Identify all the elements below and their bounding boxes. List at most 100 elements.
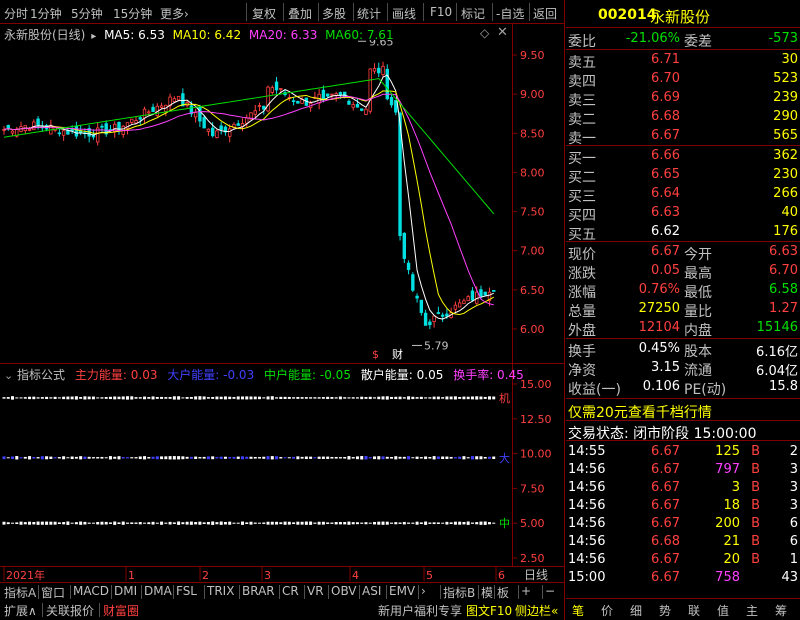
candle-body	[215, 130, 219, 138]
indicator-tab[interactable]: TRIX	[207, 584, 234, 598]
right-panel-tab[interactable]: 细	[630, 602, 642, 619]
energy-bar	[432, 522, 436, 525]
toolbar-period-tab[interactable]: 15分钟	[113, 5, 152, 22]
quote-cell: 6.67	[651, 128, 680, 143]
toolbar-more-button[interactable]: 更多›	[160, 5, 189, 22]
tab-divider	[386, 585, 387, 599]
energy-bar	[138, 456, 142, 460]
indicator-tab[interactable]: CR	[282, 584, 299, 598]
indicator-tab[interactable]: FSL	[176, 584, 197, 598]
wealth-circle-tab[interactable]: 财富圈	[103, 602, 139, 619]
energy-bar	[32, 521, 36, 525]
indicator-tab[interactable]: 模	[481, 584, 493, 601]
energy-bar	[236, 522, 240, 524]
energy-bar	[45, 396, 49, 400]
indicator-tab[interactable]: OBV	[331, 584, 357, 598]
promo-text[interactable]: 仅需20元查看千档行情	[568, 402, 712, 422]
energy-bar	[462, 521, 466, 525]
indicator-tab[interactable]: BRAR	[242, 584, 275, 598]
indicator-tick-label: 10.00	[520, 448, 552, 461]
right-panel-tab[interactable]: 筹	[775, 602, 787, 619]
energy-bar	[126, 522, 129, 524]
tab-divider	[440, 585, 441, 599]
energy-bar	[151, 396, 155, 400]
energy-bar	[87, 522, 91, 524]
energy-bar	[36, 397, 40, 399]
right-panel-tab[interactable]: 联	[688, 602, 700, 619]
close-icon[interactable]: ✕	[497, 25, 508, 40]
related-quotes-tab[interactable]: 关联报价	[46, 602, 94, 619]
energy-bar	[483, 396, 487, 399]
indicator-tab[interactable]: DMI	[114, 584, 137, 598]
indicator-tab[interactable]: −	[545, 584, 555, 598]
energy-bar	[198, 521, 202, 525]
toolbar-period-tab[interactable]: 分时	[4, 5, 28, 22]
energy-bar	[236, 456, 240, 459]
indicator-tab[interactable]: VR	[307, 584, 324, 598]
toolbar-overlay-button[interactable]: 叠加	[288, 5, 312, 22]
energy-bar	[249, 456, 253, 459]
indicator-chart[interactable]: 机大中散	[0, 380, 512, 566]
kline-chart[interactable]: 9.65 5.79 $ 财	[0, 40, 512, 363]
stock-name[interactable]: 永新股份	[650, 6, 710, 27]
quote-cell: 565	[773, 128, 798, 143]
energy-bar	[113, 521, 117, 525]
quote-cell: 21	[723, 534, 740, 549]
new-user-benefit-link[interactable]: 新用户福利专享	[378, 602, 462, 619]
energy-bar	[279, 457, 283, 459]
expand-button[interactable]: 扩展∧	[4, 602, 37, 619]
toolbar-period-tab[interactable]: 5分钟	[71, 5, 103, 22]
sidebar-toggle-link[interactable]: 侧边栏«	[515, 602, 558, 619]
toolbar-remove-favorite-button[interactable]: -自选	[496, 5, 524, 22]
indicator-tab[interactable]: EMV	[389, 584, 415, 598]
energy-bar	[70, 456, 74, 460]
energy-bar	[330, 396, 334, 399]
top-toolbar: 分时 1分钟 5分钟 15分钟 更多› 复权 叠加 多股 统计 画线 F10 标…	[0, 0, 564, 24]
toolbar-mark-button[interactable]: 标记	[461, 5, 485, 22]
toolbar-multi-stock-button[interactable]: 多股	[322, 5, 346, 22]
indicator-tab[interactable]: 指标B	[443, 584, 475, 601]
indicator-tab[interactable]: DMA	[144, 584, 172, 598]
indicator-tab[interactable]: +	[521, 584, 531, 598]
energy-bar	[228, 521, 232, 525]
toolbar-fuquan-button[interactable]: 复权	[252, 5, 276, 22]
indicator-tab[interactable]: ASI	[362, 584, 381, 598]
indicator-tab[interactable]: 窗口	[41, 584, 65, 601]
energy-bar	[121, 457, 125, 459]
energy-bar	[479, 456, 483, 460]
energy-bar	[62, 396, 66, 400]
ask-row: 卖五 6.71 30	[566, 51, 800, 71]
energy-bar	[96, 397, 100, 399]
candle-body	[330, 93, 334, 96]
energy-bar	[487, 396, 491, 400]
energy-bar	[240, 396, 244, 400]
f10-text-link[interactable]: 图文F10	[466, 602, 512, 619]
energy-bar	[283, 521, 287, 525]
energy-bar	[223, 521, 227, 525]
right-panel-tab[interactable]: 价	[601, 602, 613, 619]
stat-row: 总量 27250 量比 1.27	[566, 300, 800, 320]
price-tick-label: 9.50	[520, 49, 545, 62]
right-panel-tab[interactable]: 主	[746, 602, 758, 619]
indicator-tab[interactable]: 板	[497, 584, 509, 601]
indicator-tab[interactable]: 指标A	[4, 584, 36, 601]
toolbar-draw-line-button[interactable]: 画线	[392, 5, 416, 22]
promo-row[interactable]: 仅需20元查看千档行情	[566, 401, 800, 422]
right-panel-tab[interactable]: 势	[659, 602, 671, 619]
right-panel-tab[interactable]: 值	[717, 602, 729, 619]
candle-body	[368, 68, 372, 112]
energy-bar	[62, 456, 66, 460]
toolbar-period-tab[interactable]: 1分钟	[30, 5, 62, 22]
energy-bar	[28, 396, 32, 400]
energy-bar	[79, 397, 83, 399]
toolbar-stats-button[interactable]: 统计	[357, 5, 381, 22]
energy-bar	[28, 456, 32, 460]
diamond-icon[interactable]: ◇	[480, 26, 489, 40]
indicator-tab[interactable]: MACD	[73, 584, 109, 598]
candle-body	[10, 130, 15, 134]
toolbar-back-button[interactable]: 返回	[533, 5, 557, 22]
energy-bar	[121, 521, 125, 525]
indicator-tab[interactable]: ›	[421, 584, 426, 598]
right-panel-tab[interactable]: 笔	[572, 602, 584, 619]
toolbar-f10-button[interactable]: F10	[430, 5, 452, 19]
